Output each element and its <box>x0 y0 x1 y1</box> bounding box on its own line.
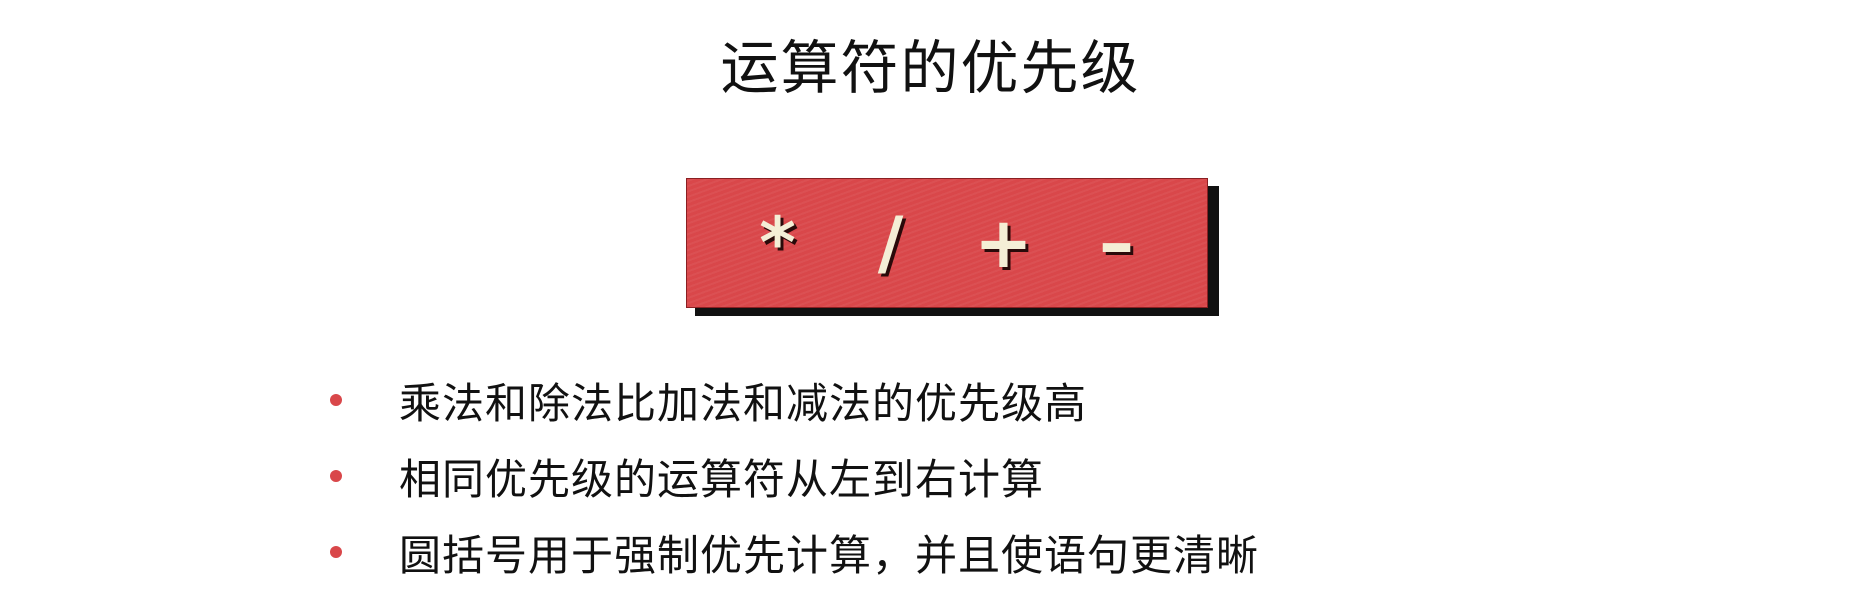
operator-minus: – <box>1099 202 1134 284</box>
bullet-dot-icon <box>330 394 342 406</box>
bullet-text: 圆括号用于强制优先计算，并且使语句更清晰 <box>399 530 1260 580</box>
bullet-list: 乘法和除法比加法和减法的优先级高 相同优先级的运算符从左到右计算 圆括号用于强制… <box>330 362 1259 590</box>
bullet-dot-icon <box>330 546 342 558</box>
slide: 运算符的优先级 * / + – 乘法和除法比加法和减法的优先级高 相同优先级的运… <box>0 0 1861 595</box>
operator-multiply: * <box>759 202 796 284</box>
slide-title: 运算符的优先级 <box>720 34 1141 102</box>
bullet-dot-icon <box>330 470 342 482</box>
operator-plus: + <box>974 202 1033 284</box>
operator-divide: / <box>877 202 904 284</box>
bullet-text: 相同优先级的运算符从左到右计算 <box>399 454 1045 504</box>
operator-box: * / + – <box>686 178 1208 308</box>
list-item: 圆括号用于强制优先计算，并且使语句更清晰 <box>330 514 1259 590</box>
list-item: 乘法和除法比加法和减法的优先级高 <box>330 362 1259 438</box>
bullet-text: 乘法和除法比加法和减法的优先级高 <box>399 378 1088 428</box>
list-item: 相同优先级的运算符从左到右计算 <box>330 438 1259 514</box>
